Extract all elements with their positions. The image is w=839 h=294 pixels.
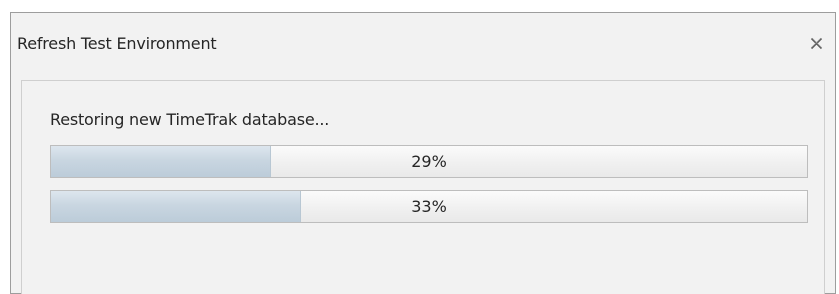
progress-bar-1-label: 29% [411,152,447,171]
progress-bar-1: 29% [50,145,808,178]
progress-bar-2-label: 33% [411,197,447,216]
progress-bar-2: 33% [50,190,808,223]
status-text: Restoring new TimeTrak database... [50,110,330,129]
